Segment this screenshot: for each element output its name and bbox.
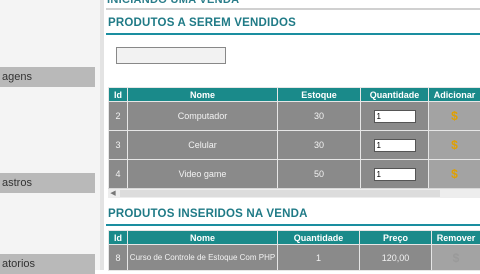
cell-quantidade: 1: [278, 245, 360, 271]
quantity-input[interactable]: [374, 139, 416, 152]
quantity-input[interactable]: [374, 110, 416, 123]
inserted-table: Id Nome Quantidade Preço Remover 8 Curso…: [108, 230, 480, 271]
column-header-estoque: Estoque: [278, 88, 361, 102]
cell-quantidade: [361, 160, 429, 189]
cell-adicionar: $: [429, 102, 480, 131]
section-divider: [106, 33, 480, 35]
sidebar-item-relatorios[interactable]: atorios: [0, 254, 95, 274]
cell-adicionar: $: [429, 131, 480, 160]
scroll-thumb[interactable]: [120, 190, 440, 197]
cell-quantidade: [361, 102, 429, 131]
page-title: INICIANDO UMA VENDA: [107, 0, 480, 8]
column-header-id: Id: [109, 231, 128, 245]
quantity-input[interactable]: [374, 168, 416, 181]
cell-quantidade: [361, 131, 429, 160]
cell-adicionar: $: [429, 160, 480, 189]
column-header-nome: Nome: [128, 88, 278, 102]
products-table: Id Nome Estoque Quantidade Adicionar 2 C…: [108, 87, 480, 189]
table-row: 8 Curso de Controle de Estoque Com PHP 1…: [109, 245, 480, 271]
cell-estoque: 30: [278, 131, 361, 160]
cell-remover: $: [432, 245, 480, 271]
sidebar-item-cadastros[interactable]: astros: [0, 173, 95, 193]
dollar-coin-icon[interactable]: $: [448, 138, 462, 152]
cell-nome: Celular: [128, 131, 278, 160]
dollar-coin-gray-icon[interactable]: $: [449, 251, 463, 265]
cell-id: 8: [109, 245, 128, 271]
table-header-row: Id Nome Quantidade Preço Remover: [109, 231, 480, 245]
column-header-id: Id: [109, 88, 128, 102]
section-title-products: PRODUTOS A SEREM VENDIDOS: [108, 17, 296, 29]
table-row: 3 Celular 30 $: [109, 131, 480, 160]
column-header-nome: Nome: [128, 231, 278, 245]
column-header-remover: Remover: [432, 231, 480, 245]
cell-nome: Video game: [128, 160, 278, 189]
dollar-coin-icon[interactable]: $: [448, 167, 462, 181]
cell-nome: Curso de Controle de Estoque Com PHP: [128, 245, 278, 271]
table-row: 4 Video game 50 $: [109, 160, 480, 189]
section-divider: [106, 224, 480, 226]
title-divider: [106, 8, 480, 10]
cell-estoque: 50: [278, 160, 361, 189]
horizontal-scrollbar[interactable]: ◀: [108, 188, 480, 198]
table-row: 2 Computador 30 $: [109, 102, 480, 131]
cell-estoque: 30: [278, 102, 361, 131]
cell-id: 3: [109, 131, 128, 160]
table-header-row: Id Nome Estoque Quantidade Adicionar: [109, 88, 480, 102]
scroll-left-arrow-icon[interactable]: ◀: [108, 189, 118, 198]
sidebar-divider: [100, 0, 104, 270]
cell-nome: Computador: [128, 102, 278, 131]
column-header-adicionar: Adicionar: [429, 88, 480, 102]
column-header-preco: Preço: [360, 231, 432, 245]
search-button[interactable]: [116, 47, 226, 64]
column-header-quantidade: Quantidade: [361, 88, 429, 102]
sidebar: agens astros atorios: [0, 0, 100, 270]
dollar-coin-icon[interactable]: $: [448, 109, 462, 123]
cell-preco: 120,00: [360, 245, 432, 271]
cell-id: 2: [109, 102, 128, 131]
section-title-inserted: PRODUTOS INSERIDOS NA VENDA: [108, 208, 308, 220]
cell-id: 4: [109, 160, 128, 189]
column-header-quantidade: Quantidade: [278, 231, 360, 245]
sidebar-item-imagens[interactable]: agens: [0, 67, 95, 87]
